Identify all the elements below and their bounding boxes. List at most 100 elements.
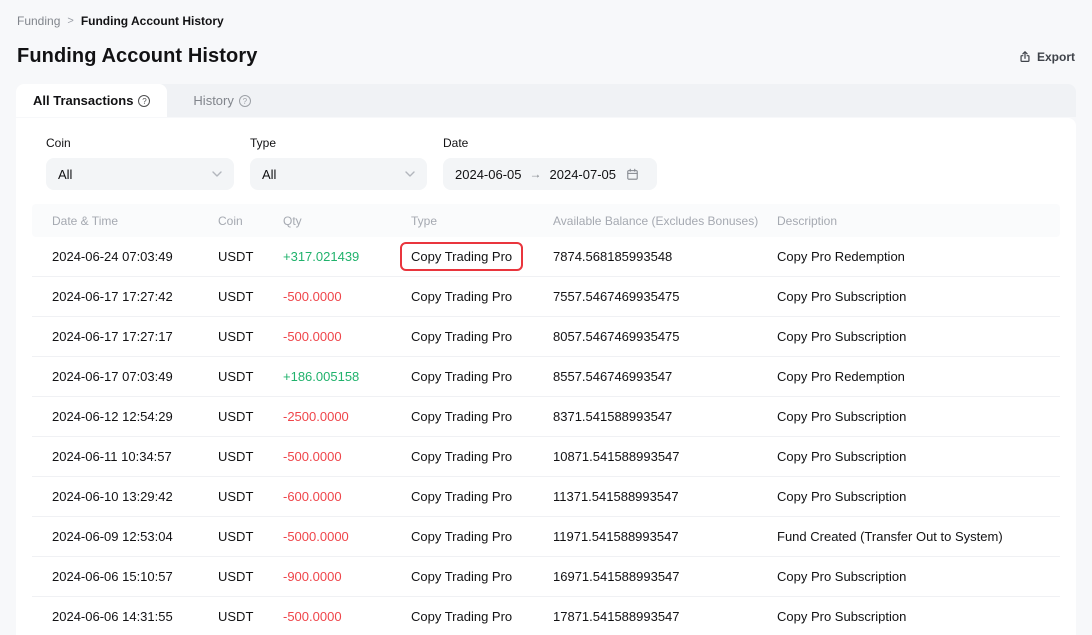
balance-cell: 11971.541588993547 <box>553 529 777 544</box>
datetime-cell: 2024-06-17 07:03:49 <box>52 369 218 384</box>
datetime-cell: 2024-06-12 12:54:29 <box>52 409 218 424</box>
date-range-picker[interactable]: 2024-06-05 → 2024-07-05 <box>443 158 657 190</box>
datetime-cell: 2024-06-17 17:27:17 <box>52 329 218 344</box>
description-cell: Copy Pro Subscription <box>777 489 1060 504</box>
datetime-cell: 2024-06-06 15:10:57 <box>52 569 218 584</box>
description-cell: Copy Pro Subscription <box>777 609 1060 624</box>
description-cell: Copy Pro Subscription <box>777 409 1060 424</box>
balance-cell: 17871.541588993547 <box>553 609 777 624</box>
type-cell: Copy Trading Pro <box>411 369 553 384</box>
chevron-down-icon <box>405 171 415 177</box>
funding-history-page: Funding > Funding Account History Fundin… <box>0 0 1092 635</box>
tab-bar: All Transactions ? History ? <box>16 84 1076 117</box>
table-row: 2024-06-06 14:31:55USDT-500.0000Copy Tra… <box>32 597 1060 635</box>
chevron-down-icon <box>212 171 222 177</box>
date-end-value: 2024-07-05 <box>550 167 617 182</box>
date-filter-label: Date <box>443 136 657 150</box>
description-cell: Fund Created (Transfer Out to System) <box>777 529 1060 544</box>
table-body: 2024-06-24 07:03:49USDT+317.021439Copy T… <box>32 237 1060 635</box>
coin-cell: USDT <box>218 529 283 544</box>
export-button[interactable]: Export <box>1018 50 1075 64</box>
breadcrumb-chevron-icon: > <box>67 15 73 27</box>
coin-select[interactable]: All <box>46 158 234 190</box>
help-icon: ? <box>239 95 251 107</box>
type-cell: Copy Trading Pro <box>411 609 553 624</box>
calendar-icon <box>626 168 639 181</box>
description-cell: Copy Pro Subscription <box>777 449 1060 464</box>
coin-filter: Coin All <box>46 136 234 190</box>
table-row: 2024-06-17 07:03:49USDT+186.005158Copy T… <box>32 357 1060 397</box>
description-cell: Copy Pro Subscription <box>777 289 1060 304</box>
qty-cell: -500.0000 <box>283 289 411 304</box>
type-cell: Copy Trading Pro <box>411 409 553 424</box>
type-cell: Copy Trading Pro <box>411 529 553 544</box>
type-select[interactable]: All <box>250 158 427 190</box>
type-cell: Copy Trading Pro <box>411 329 553 344</box>
tab-history-label: History <box>193 93 233 108</box>
table-row: 2024-06-06 15:10:57USDT-900.0000Copy Tra… <box>32 557 1060 597</box>
balance-cell: 7557.5467469935475 <box>553 289 777 304</box>
qty-cell: -2500.0000 <box>283 409 411 424</box>
description-cell: Copy Pro Subscription <box>777 569 1060 584</box>
breadcrumb-current: Funding Account History <box>81 14 224 28</box>
annotation-highlight-box: Copy Trading Pro <box>400 242 523 271</box>
balance-cell: 8557.546746993547 <box>553 369 777 384</box>
datetime-cell: 2024-06-17 17:27:42 <box>52 289 218 304</box>
column-header: Date & Time <box>52 214 218 228</box>
type-cell: Copy Trading Pro <box>411 242 553 271</box>
description-cell: Copy Pro Subscription <box>777 329 1060 344</box>
datetime-cell: 2024-06-11 10:34:57 <box>52 449 218 464</box>
column-header: Type <box>411 214 553 228</box>
type-cell: Copy Trading Pro <box>411 449 553 464</box>
balance-cell: 8371.541588993547 <box>553 409 777 424</box>
coin-cell: USDT <box>218 369 283 384</box>
column-header: Description <box>777 214 1060 228</box>
description-cell: Copy Pro Redemption <box>777 249 1060 264</box>
coin-select-value: All <box>58 167 72 182</box>
table-row: 2024-06-12 12:54:29USDT-2500.0000Copy Tr… <box>32 397 1060 437</box>
balance-cell: 16971.541588993547 <box>553 569 777 584</box>
datetime-cell: 2024-06-24 07:03:49 <box>52 249 218 264</box>
tab-all-transactions[interactable]: All Transactions ? <box>16 84 167 117</box>
balance-cell: 7874.568185993548 <box>553 249 777 264</box>
date-range-arrow-icon: → <box>530 167 542 181</box>
help-icon: ? <box>138 95 150 107</box>
table-row: 2024-06-17 17:27:42USDT-500.0000Copy Tra… <box>32 277 1060 317</box>
qty-cell: +317.021439 <box>283 249 411 264</box>
content-card: Coin All Type All Date 2024-06-05 → 202 <box>16 118 1076 635</box>
qty-cell: -5000.0000 <box>283 529 411 544</box>
filters-bar: Coin All Type All Date 2024-06-05 → 202 <box>32 134 1060 190</box>
column-header: Coin <box>218 214 283 228</box>
datetime-cell: 2024-06-06 14:31:55 <box>52 609 218 624</box>
coin-cell: USDT <box>218 289 283 304</box>
type-filter-label: Type <box>250 136 427 150</box>
tab-history[interactable]: History ? <box>176 84 267 117</box>
table-header: Date & TimeCoinQtyTypeAvailable Balance … <box>32 204 1060 237</box>
table-row: 2024-06-10 13:29:42USDT-600.0000Copy Tra… <box>32 477 1060 517</box>
date-filter: Date 2024-06-05 → 2024-07-05 <box>443 136 657 190</box>
column-header: Qty <box>283 214 411 228</box>
table-row: 2024-06-17 17:27:17USDT-500.0000Copy Tra… <box>32 317 1060 357</box>
transactions-table: Date & TimeCoinQtyTypeAvailable Balance … <box>32 204 1060 635</box>
tab-all-transactions-label: All Transactions <box>33 93 133 108</box>
breadcrumb-funding-link[interactable]: Funding <box>17 14 60 28</box>
coin-filter-label: Coin <box>46 136 234 150</box>
qty-cell: -500.0000 <box>283 609 411 624</box>
balance-cell: 11371.541588993547 <box>553 489 777 504</box>
export-label: Export <box>1037 50 1075 64</box>
coin-cell: USDT <box>218 329 283 344</box>
export-icon <box>1018 50 1032 64</box>
table-row: 2024-06-24 07:03:49USDT+317.021439Copy T… <box>32 237 1060 277</box>
title-row: Funding Account History Export <box>0 28 1092 68</box>
balance-cell: 10871.541588993547 <box>553 449 777 464</box>
table-row: 2024-06-09 12:53:04USDT-5000.0000Copy Tr… <box>32 517 1060 557</box>
table-row: 2024-06-11 10:34:57USDT-500.0000Copy Tra… <box>32 437 1060 477</box>
type-select-value: All <box>262 167 276 182</box>
breadcrumb: Funding > Funding Account History <box>0 0 1092 28</box>
type-filter: Type All <box>250 136 427 190</box>
page-title: Funding Account History <box>17 45 257 68</box>
type-cell: Copy Trading Pro <box>411 569 553 584</box>
qty-cell: -500.0000 <box>283 329 411 344</box>
qty-cell: -600.0000 <box>283 489 411 504</box>
coin-cell: USDT <box>218 409 283 424</box>
